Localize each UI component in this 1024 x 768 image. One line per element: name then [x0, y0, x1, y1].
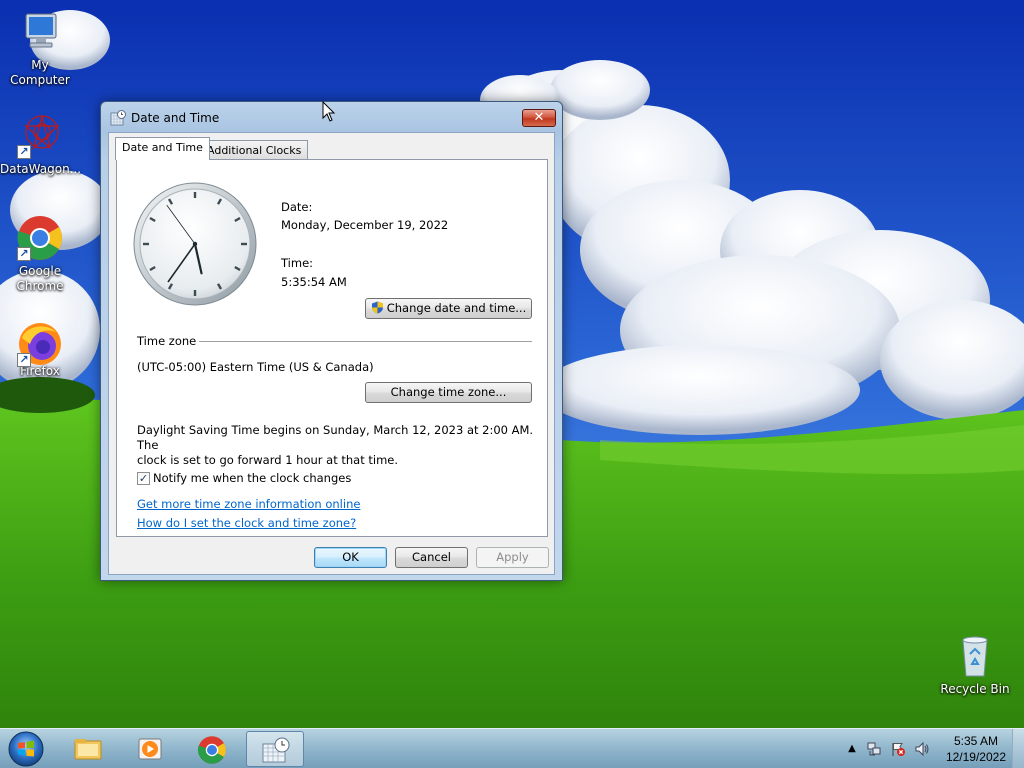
taskbar-file-explorer[interactable] [60, 731, 116, 767]
show-hidden-icons-chevron-icon[interactable]: ▲ [844, 741, 860, 757]
taskbar-chrome[interactable] [184, 731, 240, 767]
close-button[interactable]: ✕ [522, 109, 556, 127]
shortcut-arrow-icon: ↗ [17, 353, 31, 367]
taskbar-date: 12/19/2022 [945, 750, 1006, 764]
taskbar: ▲ 5:35 AM 12/19/2022 [0, 728, 1024, 768]
file-explorer-icon [74, 739, 102, 760]
analog-clock [133, 182, 257, 306]
taskbar-clock[interactable]: 5:35 AM 12/19/2022 [946, 733, 1006, 765]
uac-shield-icon [371, 301, 383, 314]
shortcut-arrow-icon: ↗ [17, 145, 31, 159]
taskbar-media-player[interactable] [122, 731, 178, 767]
taskbar-time: 5:35 AM [953, 734, 998, 748]
date-label: Date: [281, 200, 313, 214]
action-center-flag-icon[interactable] [890, 741, 906, 757]
desktop-icon-label: My Computer [10, 58, 70, 87]
time-label: Time: [281, 256, 314, 270]
computer-icon [16, 8, 64, 56]
change-date-time-button[interactable]: Change date and time... [365, 298, 532, 319]
windows-logo-icon [8, 731, 44, 767]
date-time-icon [262, 737, 290, 763]
system-tray: ▲ 5:35 AM 12/19/2022 [840, 729, 1024, 768]
desktop-icon-my-computer[interactable]: My Computer [0, 8, 80, 88]
cancel-button[interactable]: Cancel [395, 547, 468, 568]
desktop-icon-google-chrome[interactable]: ↗ Google Chrome [0, 214, 80, 294]
notify-checkbox[interactable]: ✓ [137, 472, 150, 485]
close-icon: ✕ [533, 110, 545, 125]
dst-notice-line-1: Daylight Saving Time begins on Sunday, M… [137, 423, 534, 452]
desktop-icon-label: Recycle Bin [940, 682, 1010, 696]
tab-panel-date-and-time: Date: Monday, December 19, 2022 Time: 5:… [116, 159, 548, 537]
desktop-icon-label: Google Chrome [16, 264, 64, 293]
time-zone-separator [199, 341, 532, 342]
time-zone-heading: Time zone [137, 334, 197, 348]
chrome-icon [197, 736, 226, 764]
desktop-icon-recycle-bin[interactable]: Recycle Bin [935, 632, 1015, 697]
media-player-icon [138, 738, 162, 760]
link-how-set-clock[interactable]: How do I set the clock and time zone? [137, 516, 356, 530]
apply-button[interactable]: Apply [476, 547, 549, 568]
firefox-icon: ↗ [16, 320, 64, 368]
date-time-dialog: Date and Time ✕ Date and Time Additional… [100, 101, 563, 581]
dialog-client-area: Date and Time Additional Clocks Date: Mo… [108, 132, 555, 575]
network-icon[interactable] [866, 741, 882, 757]
ok-button[interactable]: OK [314, 547, 387, 568]
dst-notice-line-2: clock is set to go forward 1 hour at tha… [137, 453, 399, 467]
change-time-zone-button[interactable]: Change time zone... [365, 382, 532, 403]
date-value: Monday, December 19, 2022 [281, 218, 449, 232]
start-button[interactable] [6, 730, 46, 768]
tab-additional-clocks[interactable]: Additional Clocks [200, 140, 309, 160]
recycle-bin-icon [951, 632, 999, 680]
shortcut-arrow-icon: ↗ [17, 247, 31, 261]
time-value: 5:35:54 AM [281, 275, 347, 289]
time-zone-value: (UTC-05:00) Eastern Time (US & Canada) [137, 360, 374, 374]
mouse-cursor-icon [322, 101, 336, 122]
desktop-icon-datawagon[interactable]: ↗ DataWagon... [0, 112, 82, 177]
date-time-icon [110, 110, 126, 126]
chrome-icon: ↗ [16, 214, 64, 262]
dst-notice: Daylight Saving Time begins on Sunday, M… [137, 423, 537, 468]
notify-checkbox-label[interactable]: Notify me when the clock changes [153, 471, 351, 485]
desktop-icon-label: DataWagon... [0, 162, 82, 176]
desktop-icon-firefox[interactable]: ↗ Firefox [0, 320, 80, 379]
window-title: Date and Time [131, 111, 220, 125]
link-more-time-zone-info[interactable]: Get more time zone information online [137, 497, 360, 511]
datawagon-icon: ↗ [16, 112, 64, 160]
show-desktop-button[interactable] [1012, 729, 1024, 768]
tab-date-and-time[interactable]: Date and Time [115, 137, 210, 160]
taskbar-date-time[interactable] [246, 731, 304, 767]
volume-icon[interactable] [914, 741, 930, 757]
change-date-time-label: Change date and time... [386, 301, 527, 315]
